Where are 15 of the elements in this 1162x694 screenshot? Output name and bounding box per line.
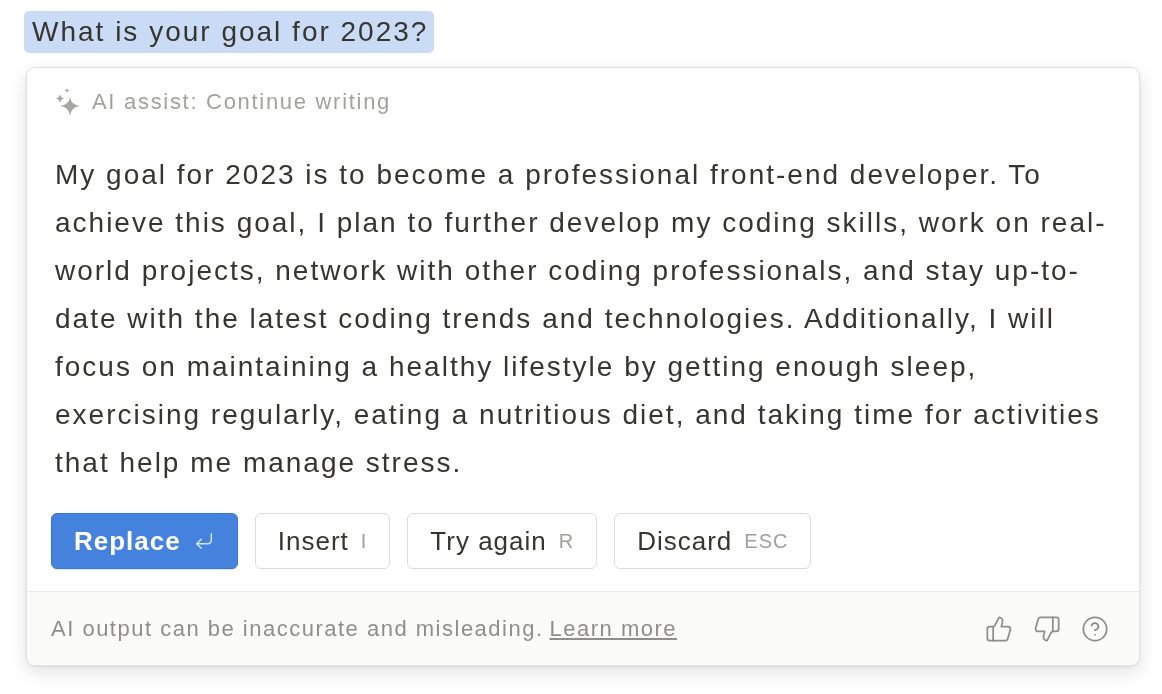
shortcut-hint: I [360,529,368,553]
replace-button[interactable]: Replace [51,513,238,569]
thumbs-up-icon[interactable] [985,614,1013,643]
disclaimer-text: AI output can be inaccurate and misleading. [51,615,544,642]
question-heading: What is your goal for 2023? [24,11,435,53]
shortcut-hint: R [558,529,575,553]
thumbs-down-icon[interactable] [1033,614,1061,643]
assist-label: AI assist: Continue writing [92,88,391,116]
action-button[interactable]: Insert I [254,513,391,569]
response-text: My goal for 2023 is to become a professional front-end developer. To achieve this goal, I plan to further develop my coding skills, work on real-world projects, network with other coding professionals, and stay up-to-date with the latest coding trends and technologies. Additionally, I will focus on maintaining a healthy lifestyle by getting enough sleep, exercising regularly, eating a nutritious diet, and taking time for activities that help me manage stress. [55,158,1108,480]
help-icon[interactable] [1081,614,1109,643]
sparkle-icon [55,88,81,116]
action-button[interactable]: Discard ESC [614,513,812,569]
shortcut-hint: ESC [744,529,789,553]
action-button[interactable]: Try again R [407,513,598,569]
